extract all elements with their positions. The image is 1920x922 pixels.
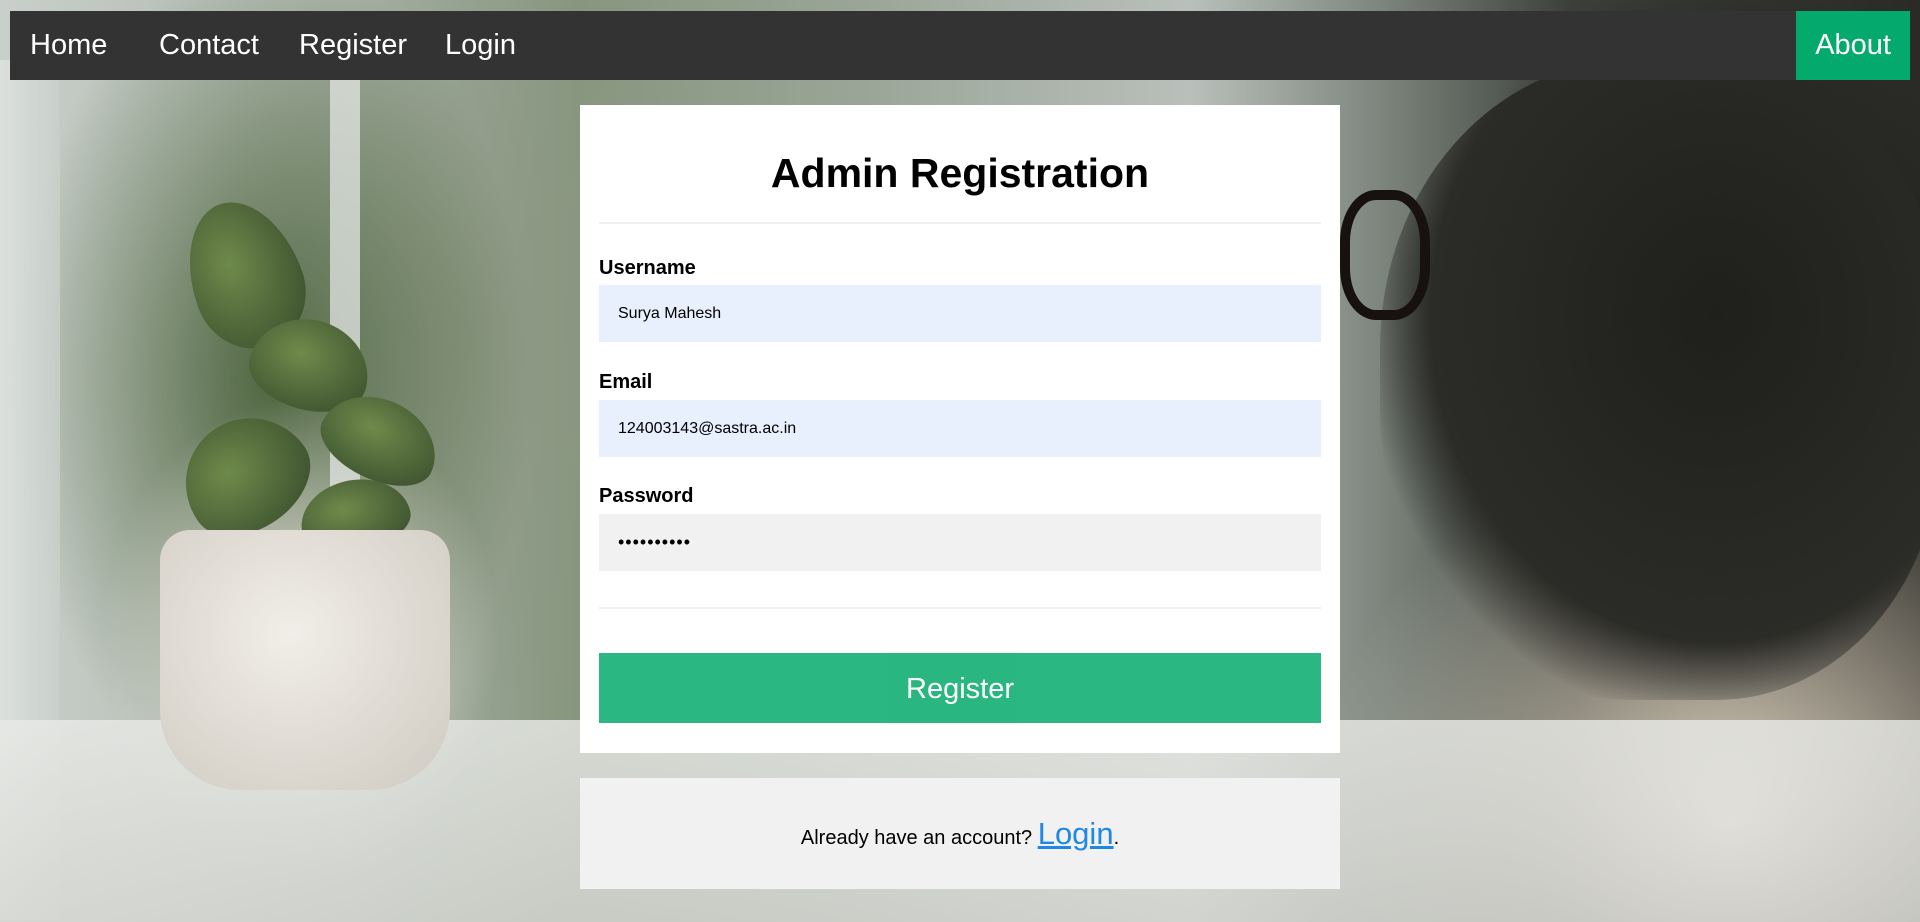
- register-button[interactable]: Register: [599, 653, 1321, 723]
- password-label: Password: [599, 485, 694, 507]
- email-label: Email: [599, 371, 653, 393]
- email-input[interactable]: [599, 400, 1321, 457]
- username-label: Username: [599, 257, 696, 279]
- background-plant-leaf: [167, 185, 323, 365]
- nav-contact-link[interactable]: Contact: [139, 11, 279, 80]
- background-plant-pot: [160, 530, 450, 790]
- page: Home Contact Register Login About Admin …: [0, 0, 1920, 922]
- background-window-frame: [0, 60, 60, 920]
- divider: [599, 607, 1321, 609]
- login-link[interactable]: Login: [1038, 816, 1114, 851]
- nav-register-link[interactable]: Register: [279, 11, 427, 80]
- nav-login-link[interactable]: Login: [425, 11, 536, 80]
- signin-suffix-text: .: [1113, 827, 1120, 849]
- registration-form-card: Admin Registration Username Email Passwo…: [580, 105, 1340, 753]
- background-glasses: [1340, 190, 1430, 320]
- nav-home-link[interactable]: Home: [10, 11, 127, 80]
- password-input[interactable]: [599, 514, 1321, 571]
- signin-prompt: Already have an account? Login.: [580, 778, 1340, 889]
- background-plant-leaf: [294, 470, 416, 560]
- background-person: [1380, 60, 1920, 700]
- background-plant-leaf: [240, 306, 380, 424]
- background-plant-leaf: [160, 392, 330, 558]
- background-plant-leaf: [308, 378, 452, 502]
- form-title: Admin Registration: [770, 150, 1150, 196]
- background-window-frame: [330, 60, 360, 700]
- top-navigation-bar: Home Contact Register Login About: [10, 11, 1910, 80]
- nav-about-link[interactable]: About: [1796, 11, 1910, 80]
- divider: [599, 222, 1321, 224]
- signin-prefix-text: Already have an account?: [800, 827, 1038, 849]
- username-input[interactable]: [599, 285, 1321, 342]
